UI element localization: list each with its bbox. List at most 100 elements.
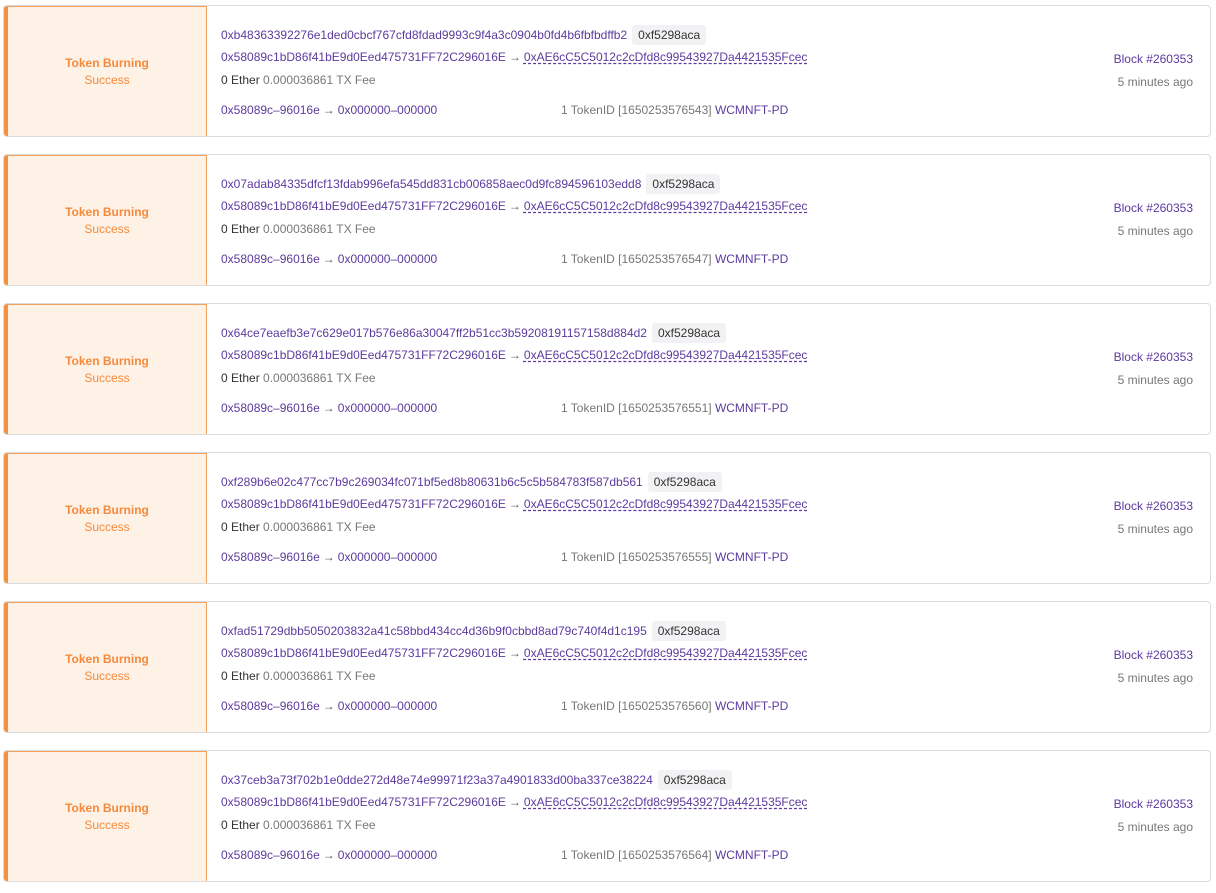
arrow-icon: →	[508, 199, 521, 213]
tile-type-label: Token Burning	[65, 354, 149, 368]
tx-fee: 0.000036861 TX Fee	[263, 520, 376, 534]
to-address-link[interactable]: 0xAE6cC5C5012c2cDfd8c99543927Da4421535Fc…	[524, 497, 808, 511]
route-to-link[interactable]: 0x000000–000000	[338, 401, 437, 415]
token-name-link[interactable]: WCMNFT-PD	[715, 699, 788, 713]
arrow-icon: →	[508, 646, 521, 660]
ether-value: 0 Ether	[221, 669, 260, 683]
token-id: 1650253576564	[621, 848, 709, 862]
arrow-icon: →	[508, 348, 521, 362]
token-name-link[interactable]: WCMNFT-PD	[715, 252, 788, 266]
method-badge: 0xf5298aca	[651, 323, 727, 343]
tx-fee: 0.000036861 TX Fee	[263, 222, 376, 236]
tile-type-panel: Token Burning Success	[4, 155, 207, 285]
token-id-prefix: 1 TokenID [	[561, 252, 622, 266]
transaction-list: Token Burning Success 0xb48363392276e1de…	[0, 0, 1216, 893]
block-link[interactable]: Block #260353	[1114, 350, 1193, 364]
tx-hash-link[interactable]: 0x07adab84335dfcf13fdab996efa545dd831cb0…	[221, 177, 641, 191]
tile-type-label: Token Burning	[65, 503, 149, 517]
tile-type-panel: Token Burning Success	[4, 751, 207, 881]
tx-hash-link[interactable]: 0xfad51729dbb5050203832a41c58bbd434cc4d3…	[221, 624, 647, 638]
from-address-link[interactable]: 0x58089c1bD86f41bE9d0Eed475731FF72C29601…	[221, 348, 506, 362]
block-link[interactable]: Block #260353	[1114, 201, 1193, 215]
token-name-link[interactable]: WCMNFT-PD	[715, 848, 788, 862]
route-to-link[interactable]: 0x000000–000000	[338, 848, 437, 862]
tile-type-panel: Token Burning Success	[4, 304, 207, 434]
tile-type-label: Token Burning	[65, 801, 149, 815]
transaction-tile: Token Burning Success 0xfad51729dbb50502…	[3, 601, 1211, 733]
route-from-link[interactable]: 0x58089c–96016e	[221, 550, 320, 564]
method-badge: 0xf5298aca	[646, 174, 721, 194]
token-id-prefix: 1 TokenID [	[561, 550, 622, 564]
ether-value: 0 Ether	[221, 73, 260, 87]
token-id: 1650253576560	[621, 699, 709, 713]
route-to-link[interactable]: 0x000000–000000	[338, 103, 437, 117]
route-to-link[interactable]: 0x000000–000000	[338, 550, 437, 564]
arrow-icon: →	[508, 497, 521, 511]
tile-status: Success	[84, 371, 130, 385]
tile-type-panel: Token Burning Success	[4, 6, 207, 136]
tx-fee: 0.000036861 TX Fee	[263, 818, 376, 832]
to-address-link[interactable]: 0xAE6cC5C5012c2cDfd8c99543927Da4421535Fc…	[524, 199, 808, 213]
tx-fee: 0.000036861 TX Fee	[263, 669, 376, 683]
route-from-link[interactable]: 0x58089c–96016e	[221, 401, 320, 415]
timestamp: 5 minutes ago	[1117, 522, 1193, 536]
timestamp: 5 minutes ago	[1117, 373, 1193, 387]
method-badge: 0xf5298aca	[632, 25, 707, 45]
method-badge: 0xf5298aca	[647, 472, 722, 492]
from-address-link[interactable]: 0x58089c1bD86f41bE9d0Eed475731FF72C29601…	[221, 646, 506, 660]
tx-hash-link[interactable]: 0x37ceb3a73f702b1e0dde272d48e74e99971f23…	[221, 773, 653, 787]
transaction-tile: Token Burning Success 0x07adab84335dfcf1…	[3, 154, 1211, 286]
block-link[interactable]: Block #260353	[1114, 499, 1193, 513]
tx-hash-link[interactable]: 0xb48363392276e1ded0cbcf767cfd8fdad9993c…	[221, 28, 627, 42]
ether-value: 0 Ether	[221, 520, 260, 534]
tile-type-panel: Token Burning Success	[4, 602, 207, 732]
tile-status: Success	[84, 818, 130, 832]
tx-hash-link[interactable]: 0x64ce7eaefb3e7c629e017b576e86a30047ff2b…	[221, 326, 647, 340]
arrow-icon: →	[322, 699, 335, 713]
token-id: 1650253576551	[621, 401, 709, 415]
tile-status: Success	[84, 520, 130, 534]
token-id-prefix: 1 TokenID [	[561, 699, 622, 713]
arrow-icon: →	[322, 550, 335, 564]
arrow-icon: →	[508, 795, 521, 809]
from-address-link[interactable]: 0x58089c1bD86f41bE9d0Eed475731FF72C29601…	[221, 199, 506, 213]
from-address-link[interactable]: 0x58089c1bD86f41bE9d0Eed475731FF72C29601…	[221, 497, 506, 511]
to-address-link[interactable]: 0xAE6cC5C5012c2cDfd8c99543927Da4421535Fc…	[524, 795, 808, 809]
tile-status: Success	[84, 222, 130, 236]
token-id: 1650253576547	[621, 252, 709, 266]
transaction-tile: Token Burning Success 0x64ce7eaefb3e7c62…	[3, 303, 1211, 435]
tile-type-label: Token Burning	[65, 652, 149, 666]
from-address-link[interactable]: 0x58089c1bD86f41bE9d0Eed475731FF72C29601…	[221, 50, 506, 64]
tx-fee: 0.000036861 TX Fee	[263, 371, 376, 385]
block-link[interactable]: Block #260353	[1114, 648, 1193, 662]
block-link[interactable]: Block #260353	[1114, 797, 1193, 811]
to-address-link[interactable]: 0xAE6cC5C5012c2cDfd8c99543927Da4421535Fc…	[524, 646, 808, 660]
ether-value: 0 Ether	[221, 818, 260, 832]
transaction-tile: Token Burning Success 0xb48363392276e1de…	[3, 5, 1211, 137]
from-address-link[interactable]: 0x58089c1bD86f41bE9d0Eed475731FF72C29601…	[221, 795, 506, 809]
arrow-icon: →	[322, 848, 335, 862]
token-id-suffix: ]	[708, 699, 712, 713]
token-name-link[interactable]: WCMNFT-PD	[715, 401, 788, 415]
to-address-link[interactable]: 0xAE6cC5C5012c2cDfd8c99543927Da4421535Fc…	[524, 50, 808, 64]
token-id-prefix: 1 TokenID [	[561, 103, 622, 117]
token-name-link[interactable]: WCMNFT-PD	[715, 103, 788, 117]
to-address-link[interactable]: 0xAE6cC5C5012c2cDfd8c99543927Da4421535Fc…	[524, 348, 808, 362]
tx-fee: 0.000036861 TX Fee	[263, 73, 376, 87]
timestamp: 5 minutes ago	[1117, 671, 1193, 685]
tx-hash-link[interactable]: 0xf289b6e02c477cc7b9c269034fc071bf5ed8b8…	[221, 475, 643, 489]
ether-value: 0 Ether	[221, 222, 260, 236]
block-link[interactable]: Block #260353	[1114, 52, 1193, 66]
token-name-link[interactable]: WCMNFT-PD	[715, 550, 788, 564]
tile-type-label: Token Burning	[65, 56, 149, 70]
transaction-tile: Token Burning Success 0x37ceb3a73f702b1e…	[3, 750, 1211, 882]
route-from-link[interactable]: 0x58089c–96016e	[221, 252, 320, 266]
tile-type-panel: Token Burning Success	[4, 453, 207, 583]
route-to-link[interactable]: 0x000000–000000	[338, 252, 437, 266]
route-to-link[interactable]: 0x000000–000000	[338, 699, 437, 713]
transaction-tile: Token Burning Success 0xf289b6e02c477cc7…	[3, 452, 1211, 584]
route-from-link[interactable]: 0x58089c–96016e	[221, 848, 320, 862]
route-from-link[interactable]: 0x58089c–96016e	[221, 103, 320, 117]
method-badge: 0xf5298aca	[651, 621, 726, 641]
route-from-link[interactable]: 0x58089c–96016e	[221, 699, 320, 713]
